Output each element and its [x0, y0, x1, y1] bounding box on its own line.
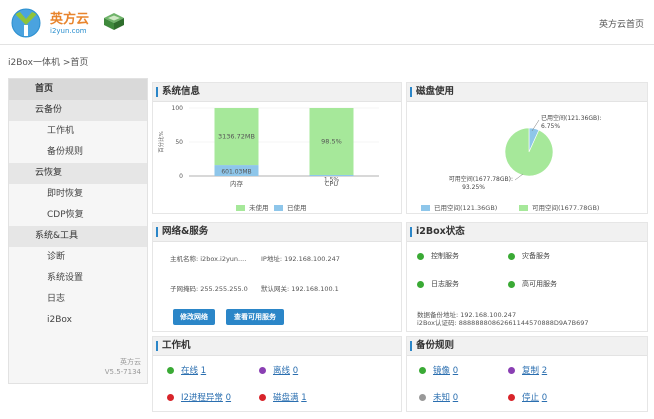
logo-domain: i2yun.com: [50, 27, 87, 35]
legend-disk-free: 可用空间(1677.78GB): [519, 202, 599, 212]
workers-panel: 工作机 在线 1 离线 0 I2进程异常 0 磁盘满 1: [152, 336, 402, 412]
system-info-panel: 系统信息 百分比% 0 50 100 3136.72MB 601.03MB 内存 98.5% 1…: [152, 82, 402, 214]
pie-label-free: 可用空间(1677.78GB):: [449, 175, 513, 183]
hostname-text: 主机名称: i2box.i2yun....: [170, 255, 247, 263]
bar-unused-label-1: 98.5%: [321, 137, 342, 145]
logo-text: 英方云 i2yun.com: [50, 8, 89, 35]
error-dot-icon: [259, 394, 266, 401]
status-ok-icon: [417, 280, 424, 288]
legend-disk-used: 已用空间(121.36GB): [421, 202, 497, 212]
panel-title: 工作机: [153, 337, 401, 356]
legend-disk-used-swatch: [421, 205, 430, 211]
sidebar-item-2[interactable]: 工作机: [9, 121, 147, 142]
logo-name: 英方云: [50, 12, 90, 27]
sidebar-item-11[interactable]: i2Box: [9, 310, 147, 331]
offline-dot-icon: [259, 367, 266, 374]
panel-title: 系统信息: [153, 83, 401, 102]
y-tick-label: 0: [179, 173, 183, 180]
i2box-status-panel: i2Box状态 控制服务 灾备服务 日志服务 高可用服务 数据备份地址: 192…: [406, 222, 648, 332]
pie-label-free-pct: 93.25%: [462, 184, 485, 191]
y-axis-label: 百分比%: [157, 131, 165, 153]
pie-label-used: 已用空间(121.36GB):: [541, 114, 601, 122]
sidebar-item-4[interactable]: 云恢复: [9, 163, 147, 184]
status-ok-icon: [508, 280, 515, 288]
disk-usage-panel: 磁盘使用 已用空间(121.36GB): 6.75% 可用空间(1677.78GB)…: [406, 82, 648, 214]
disk-usage-pie: 已用空间(121.36GB):6.75% 可用空间(1677.78GB):93.2…: [449, 114, 602, 191]
status-ok-icon: [417, 252, 424, 260]
sidebar-item-9[interactable]: 系统设置: [9, 268, 147, 289]
y-tick-label: 50: [175, 139, 183, 146]
view-services-button[interactable]: 查看可用服务: [226, 309, 284, 325]
stat-disk-full: 磁盘满 1: [259, 391, 307, 403]
stat-replicate: 复制 2: [508, 364, 547, 376]
status-ok-icon: [508, 252, 515, 260]
mirror-dot-icon: [419, 367, 426, 374]
logo-icon: [11, 8, 41, 38]
sidebar-item-6[interactable]: CDP恢复: [9, 205, 147, 226]
system-usage-chart: 百分比%0501003136.72MB601.03MB内存98.5%1.5%CP…: [157, 105, 379, 188]
stat-mirror: 镜像 0: [419, 364, 458, 376]
panel-title: 磁盘使用: [407, 83, 647, 102]
y-tick-label: 100: [172, 105, 184, 112]
x-tick-label-0: 内存: [230, 179, 244, 188]
sidebar: 首页 云备份 工作机 备份规则 云恢复 即时恢复 CDP恢复 系统&工具 诊断 系统设置 日志 i2B…: [8, 78, 148, 384]
sidebar-item-0[interactable]: 首页: [9, 79, 147, 100]
online-dot-icon: [167, 367, 174, 374]
top-header: 英方云 i2yun.com 英方云首页: [0, 0, 654, 45]
x-tick-label-1: CPU: [325, 180, 338, 188]
service-control: 控制服务: [417, 251, 459, 261]
stat-offline: 离线 0: [259, 364, 298, 376]
panel-title: 网络&服务: [153, 223, 401, 242]
sidebar-item-3[interactable]: 备份规则: [9, 142, 147, 163]
panel-title: 备份规则: [407, 337, 647, 356]
network-service-panel: 网络&服务 主机名称: i2box.i2yun.... IP地址: 192.16…: [152, 222, 402, 332]
gateway-text: 默认网关: 192.168.100.1: [261, 285, 339, 293]
bar-used-label-0: 601.03MB: [221, 169, 251, 176]
legend-unused-swatch: [236, 205, 245, 211]
error-dot-icon: [167, 394, 174, 401]
backup-rules-panel: 备份规则 镜像 0 复制 2 未知 0 停止 0: [406, 336, 648, 412]
pie-label-used-pct: 6.75%: [541, 123, 560, 130]
footer-version: V5.5-7134: [104, 368, 141, 376]
service-log: 日志服务: [417, 279, 459, 289]
sidebar-footer: 英方云 V5.5-7134: [105, 357, 141, 377]
pie-leader-free: [514, 173, 524, 181]
stat-online: 在线 1: [167, 364, 206, 376]
legend-used: 已使用: [274, 202, 307, 212]
sidebar-item-7[interactable]: 系统&工具: [9, 226, 147, 247]
sidebar-item-10[interactable]: 日志: [9, 289, 147, 310]
home-site-link[interactable]: 英方云首页: [599, 17, 644, 30]
i2box-device-icon: [104, 13, 124, 30]
panel-title: i2Box状态: [407, 223, 647, 242]
service-dr: 灾备服务: [508, 251, 550, 261]
auth-code: i2Box认证码: 88888880862661144570888D9A7B69…: [417, 319, 589, 327]
footer-brand: 英方云: [120, 358, 141, 366]
bar-unused-label-0: 3136.72MB: [218, 133, 255, 141]
sidebar-item-1[interactable]: 云备份: [9, 100, 147, 121]
ip-text: IP地址: 192.168.100.247: [261, 255, 340, 263]
modify-network-button[interactable]: 修改网络: [173, 309, 215, 325]
stat-process-error: I2进程异常 0: [167, 391, 231, 403]
breadcrumb: i2Box一体机 >首页: [8, 58, 89, 68]
stopped-dot-icon: [508, 394, 515, 401]
service-ha: 高可用服务: [508, 279, 557, 289]
sidebar-item-8[interactable]: 诊断: [9, 247, 147, 268]
sidebar-item-5[interactable]: 即时恢复: [9, 184, 147, 205]
stat-unknown: 未知 0: [419, 391, 458, 403]
replicate-dot-icon: [508, 367, 515, 374]
pie-slice-1: [504, 127, 554, 177]
legend-used-swatch: [274, 205, 283, 211]
unknown-dot-icon: [419, 394, 426, 401]
netmask-text: 子网掩码: 255.255.255.0: [170, 285, 248, 293]
legend-unused: 未使用: [236, 202, 269, 212]
legend-disk-free-swatch: [519, 205, 528, 211]
stat-stopped: 停止 0: [508, 391, 547, 403]
